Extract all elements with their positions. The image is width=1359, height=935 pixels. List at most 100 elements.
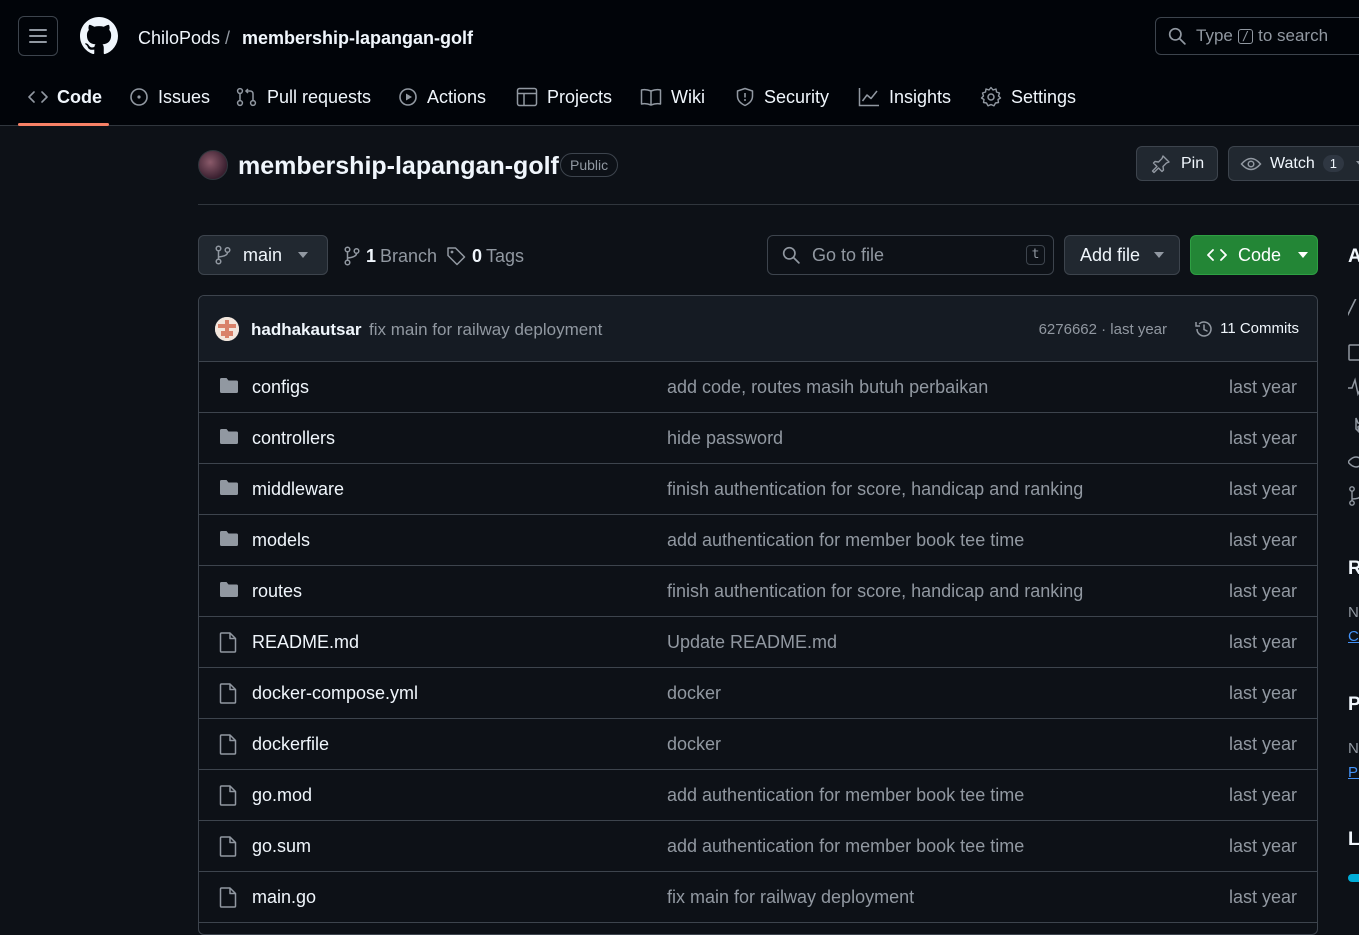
book-icon — [640, 88, 671, 106]
file-commit-message[interactable]: finish authentication for score, handica… — [667, 478, 1083, 500]
github-logo-icon[interactable] — [80, 17, 118, 55]
branch-name: main — [243, 244, 283, 265]
file-row[interactable]: go.sum add authentication for member book… — [199, 821, 1317, 872]
file-commit-message[interactable]: add code, routes masih butuh perbaikan — [667, 376, 988, 398]
tab-pull-requests[interactable]: Pull requests — [236, 74, 371, 120]
tab-issues[interactable]: Issues — [129, 74, 210, 120]
pin-label: Pin — [1181, 154, 1205, 172]
file-name[interactable]: dockerfile — [252, 733, 329, 755]
pull-request-icon — [236, 87, 267, 107]
global-header: ChiloPods / membership-lapangan-golf Typ… — [0, 0, 1359, 126]
packages-empty: N — [1348, 740, 1359, 757]
file-row[interactable]: middleware finish authentication for scor… — [199, 464, 1317, 515]
tab-projects[interactable]: Projects — [516, 74, 612, 120]
go-to-file-input[interactable]: Go to file t — [767, 235, 1054, 275]
file-commit-date: last year — [1228, 836, 1297, 856]
file-icon — [219, 683, 237, 704]
file-name[interactable]: controllers — [252, 427, 335, 449]
repo-title: membership-lapangan-golf — [238, 152, 559, 180]
file-row[interactable]: docker-compose.yml docker last year — [199, 668, 1317, 719]
tag-label: Tags — [486, 246, 525, 266]
pin-button[interactable]: Pin — [1136, 146, 1218, 181]
file-row[interactable]: dockerfile docker last year — [199, 719, 1317, 770]
file-commit-message[interactable]: docker — [667, 733, 721, 755]
add-file-label: Add file — [1080, 244, 1141, 265]
file-commit-date: last year — [1228, 530, 1297, 550]
menu-button[interactable] — [18, 16, 58, 56]
tab-insights[interactable]: Insights — [858, 74, 951, 120]
file-row[interactable]: README.md Update README.md last year — [199, 617, 1317, 668]
search-icon — [782, 246, 800, 264]
file-name[interactable]: models — [252, 529, 310, 551]
file-commit-message[interactable]: add authentication for member book tee t… — [667, 784, 1024, 806]
file-name[interactable]: docker-compose.yml — [252, 682, 418, 704]
file-row[interactable]: routes finish authentication for score, h… — [199, 566, 1317, 617]
commit-hash-time[interactable]: 6276662 · last year — [1039, 320, 1167, 340]
add-file-button[interactable]: Add file — [1064, 235, 1180, 275]
create-release-link[interactable]: Cr — [1348, 628, 1359, 645]
author-avatar[interactable] — [215, 317, 239, 341]
play-icon — [398, 87, 427, 107]
repo-link[interactable]: membership-lapangan-golf — [242, 27, 473, 49]
file-row[interactable]: models add authentication for member book… — [199, 515, 1317, 566]
code-button[interactable]: Code — [1190, 235, 1318, 275]
file-commit-message[interactable]: fix main for railway deployment — [667, 886, 914, 908]
code-button-label: Code — [1238, 244, 1282, 265]
file-commit-date: last year — [1228, 734, 1297, 754]
branches-link[interactable]: 1 Branch — [344, 245, 437, 267]
tab-settings[interactable]: Settings — [980, 74, 1076, 120]
owner-avatar[interactable] — [198, 150, 228, 180]
file-row[interactable]: main.go fix main for railway deployment la… — [199, 872, 1317, 923]
breadcrumb-separator: / — [225, 28, 231, 48]
file-row[interactable]: controllers hide password last year — [199, 413, 1317, 464]
file-commit-message[interactable]: hide password — [667, 427, 783, 449]
watch-label: Watch — [1270, 154, 1315, 172]
publish-package-link[interactable]: Pu — [1348, 764, 1359, 781]
file-row[interactable]: configs add code, routes masih butuh perb… — [199, 362, 1317, 413]
branch-selector[interactable]: main — [198, 235, 328, 275]
file-name[interactable]: go.mod — [252, 784, 312, 806]
commit-author[interactable]: hadhakautsar — [251, 319, 362, 341]
tab-code[interactable]: Code — [28, 74, 102, 120]
file-commit-message[interactable]: docker — [667, 682, 721, 704]
issue-icon — [129, 87, 158, 107]
tab-wiki[interactable]: Wiki — [640, 74, 705, 120]
code-icon — [1206, 248, 1228, 262]
tab-label: Projects — [547, 86, 613, 107]
svg-text:/: / — [1348, 296, 1357, 319]
tags-link[interactable]: 0 Tags — [446, 245, 524, 267]
file-commit-message[interactable]: add authentication for member book tee t… — [667, 529, 1024, 551]
file-name[interactable]: README.md — [252, 631, 359, 653]
commit-message[interactable]: fix main for railway deployment — [369, 319, 602, 341]
file-name[interactable]: routes — [252, 580, 302, 602]
chevron-down-icon — [1298, 252, 1309, 258]
file-commit-date: last year — [1228, 377, 1297, 397]
search-shortcut-key: / — [1237, 28, 1254, 44]
owner-link[interactable]: ChiloPods — [138, 27, 220, 49]
file-commit-message[interactable]: Update README.md — [667, 631, 837, 653]
file-icon — [219, 632, 237, 653]
file-row[interactable]: go.mod add authentication for member book… — [199, 770, 1317, 821]
file-name[interactable]: main.go — [252, 886, 316, 908]
file-commit-message[interactable]: add authentication for member book tee t… — [667, 835, 1024, 857]
folder-icon — [219, 377, 239, 394]
search-input[interactable]: Type / to search — [1155, 17, 1359, 55]
file-name[interactable]: middleware — [252, 478, 344, 500]
file-commit-date: last year — [1228, 683, 1297, 703]
tab-actions[interactable]: Actions — [398, 74, 486, 120]
file-commit-message[interactable]: finish authentication for score, handica… — [667, 580, 1083, 602]
languages-heading: L — [1348, 829, 1359, 850]
commits-link[interactable]: 11 Commits — [1194, 318, 1299, 340]
tag-count: 0 — [472, 246, 483, 266]
tag-icon — [446, 246, 466, 266]
search-suffix: to search — [1258, 26, 1329, 45]
packages-heading: P — [1348, 694, 1359, 715]
file-name[interactable]: go.sum — [252, 835, 311, 857]
tab-security[interactable]: Security — [735, 74, 829, 120]
file-name[interactable]: configs — [252, 376, 309, 398]
branch-count: 1 — [366, 246, 377, 266]
pin-icon — [1151, 154, 1171, 174]
file-icon — [219, 734, 237, 755]
chevron-down-icon — [1154, 252, 1165, 258]
watch-button[interactable]: Watch 1 — [1228, 146, 1359, 181]
